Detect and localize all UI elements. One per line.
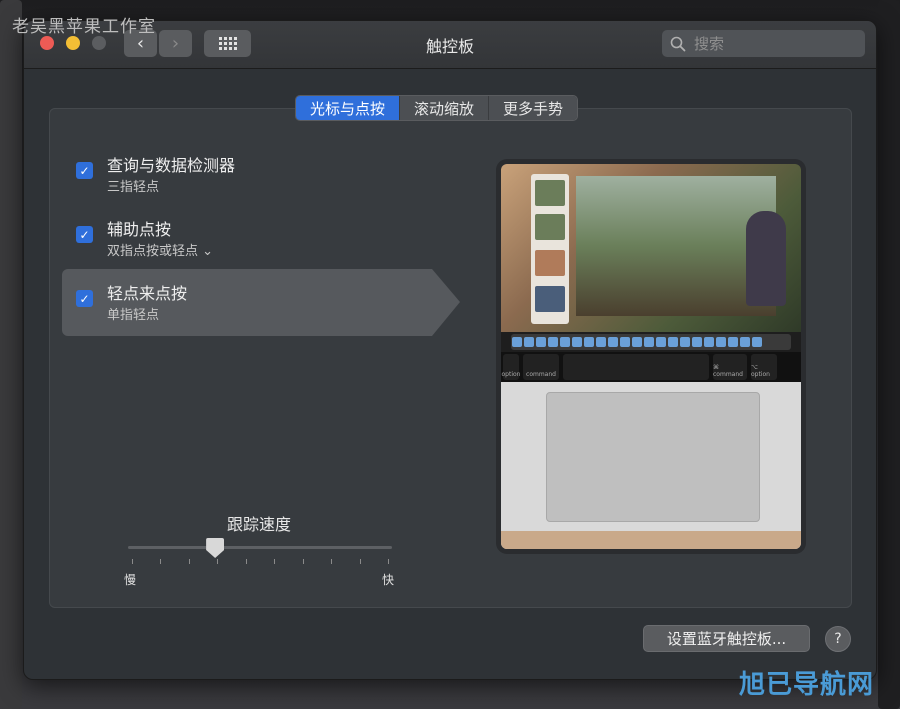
checkmark-icon: ✓ — [79, 227, 90, 242]
option-label: 查询与数据检测器 — [107, 156, 236, 175]
slider-tick — [388, 559, 389, 564]
option-sublabel: 三指轻点 — [107, 180, 160, 195]
slider-tick — [331, 559, 333, 564]
preview-dock — [511, 334, 791, 350]
option-lookup-data-detectors[interactable]: ✓ 查询与数据检测器 三指轻点 — [76, 152, 416, 208]
key-option-right: ⌥ option — [751, 354, 777, 380]
option-sublabel: 单指轻点 — [107, 308, 160, 323]
slider-tick — [245, 559, 247, 564]
option-tap-to-click[interactable]: ✓ 轻点来点按 单指轻点 — [76, 280, 416, 336]
key-command-right: ⌘ command — [713, 354, 747, 380]
option-label: 轻点来点按 — [107, 284, 188, 303]
gesture-preview-video: option command ⌘ command ⌥ option — [501, 164, 801, 549]
tab-bar: 光标与点按 滚动缩放 更多手势 — [295, 95, 579, 121]
watermark-top: 老吴黑苹果工作室 — [12, 17, 156, 37]
slider-tick — [217, 559, 219, 564]
preview-desk-edge — [501, 531, 801, 549]
preview-photo — [576, 176, 786, 316]
set-up-bluetooth-trackpad-button[interactable]: 设置蓝牙触控板... — [643, 625, 810, 652]
tab-scroll-zoom[interactable]: 滚动缩放 — [400, 96, 490, 120]
preview-screen — [501, 164, 801, 332]
secondary-click-popup[interactable]: 双指点按或轻点 ⌄ — [107, 240, 213, 259]
search-icon — [670, 36, 686, 51]
option-label: 辅助点按 — [107, 220, 172, 239]
trackpad-preferences-window: ‹ › 触控板 光标与点按 滚动缩放 更多手势 ✓ 查询与数据检测器 — [23, 20, 877, 680]
tracking-speed-title: 跟踪速度 — [227, 515, 292, 534]
key-command-left: command — [523, 354, 559, 380]
watermark-bottom-right: 旭已导航网 — [738, 670, 874, 700]
desktop-edge — [878, 0, 900, 709]
option-secondary-click[interactable]: ✓ 辅助点按 双指点按或轻点 ⌄ — [76, 216, 416, 272]
tracking-speed-slider[interactable] — [128, 546, 392, 549]
slider-tick — [132, 559, 133, 564]
preview-keyboard: option command ⌘ command ⌥ option — [501, 352, 801, 382]
preview-photo-sidebar — [531, 174, 569, 324]
help-button[interactable]: ? — [825, 626, 851, 652]
lookup-checkbox[interactable]: ✓ — [76, 162, 93, 179]
secondary-click-checkbox[interactable]: ✓ — [76, 226, 93, 243]
fast-label: 快 — [382, 573, 395, 587]
key-option-left: option — [502, 354, 521, 380]
key-space — [563, 354, 709, 380]
preview-laptop-body — [501, 382, 801, 549]
slider-tick — [274, 559, 276, 564]
tab-more-gestures[interactable]: 更多手势 — [489, 96, 578, 120]
tap-to-click-checkbox[interactable]: ✓ — [76, 290, 93, 307]
search-input[interactable] — [692, 33, 846, 54]
slider-tick — [302, 559, 304, 564]
slow-label: 慢 — [124, 573, 137, 587]
slider-tick — [160, 559, 162, 564]
preview-trackpad — [546, 392, 760, 522]
slider-tick — [188, 559, 190, 564]
checkmark-icon: ✓ — [79, 163, 90, 178]
preview-person — [746, 211, 786, 306]
slider-tick — [359, 559, 361, 564]
search-field[interactable] — [662, 30, 865, 57]
tab-point-and-click[interactable]: 光标与点按 — [296, 96, 401, 120]
desktop-edge — [0, 0, 22, 709]
checkmark-icon: ✓ — [79, 291, 90, 306]
